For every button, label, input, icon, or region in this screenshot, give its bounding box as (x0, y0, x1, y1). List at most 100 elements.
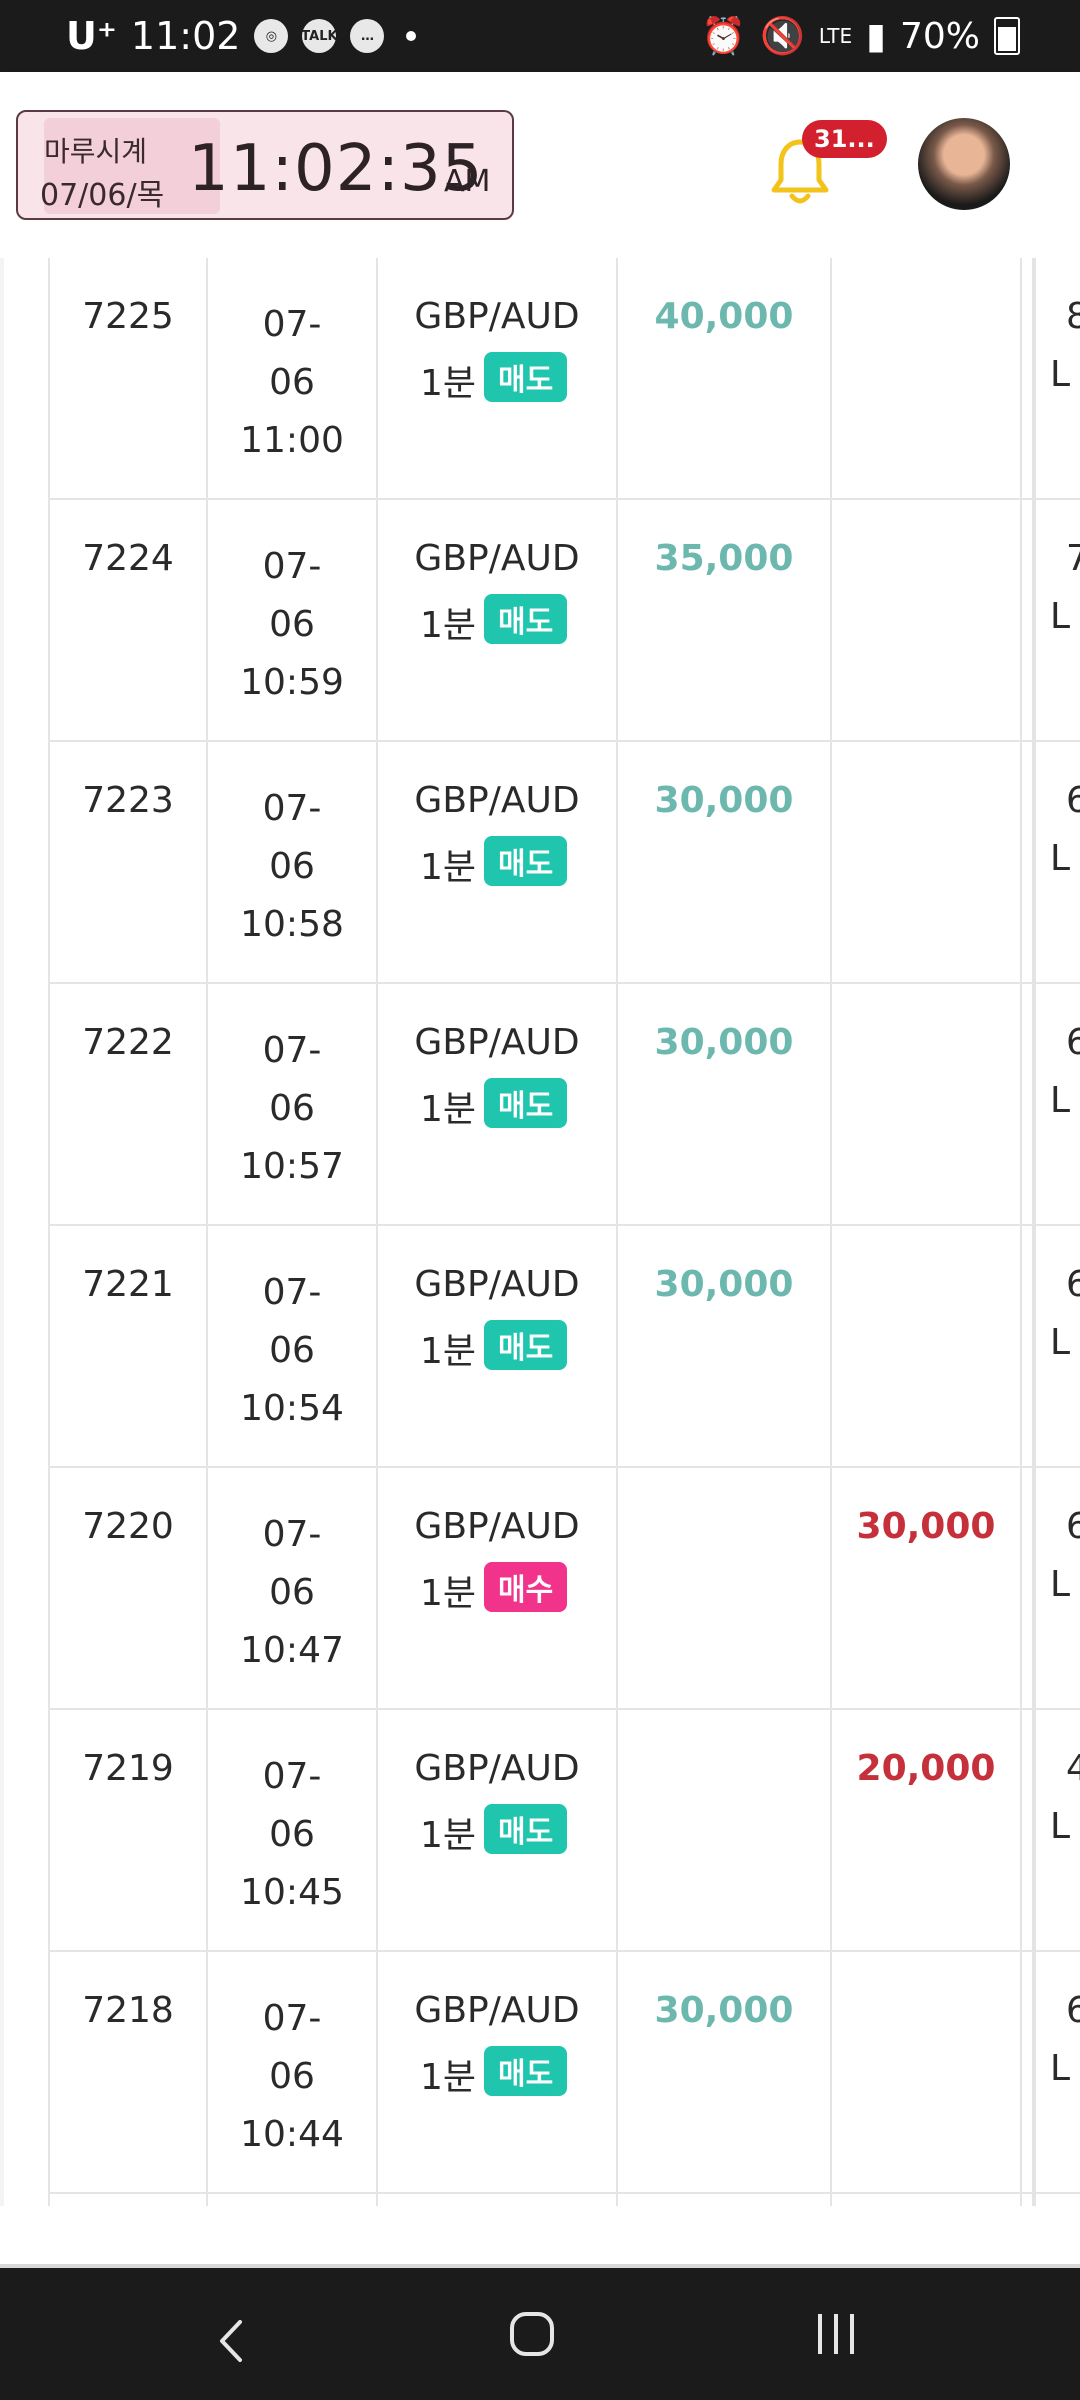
table-row[interactable]: 721707-GBP/AUD 70,000 1 (48, 2194, 1080, 2206)
cell-truncated: 6L (1034, 984, 1080, 1224)
cell-number: 7217 (48, 2194, 206, 2206)
cell-item: GBP/AUD 1분 매도 (376, 1226, 616, 1466)
cell-number: 7220 (48, 1468, 206, 1708)
table-row[interactable]: 7218 07- 06 10:44 GBP/AUD 1분 매도 30,000 6 L (48, 1952, 1080, 2194)
sell-badge: 매도 (484, 1320, 568, 1370)
trade-datetime: 07- 06 10:58 (240, 788, 344, 945)
amount-teal: 30,000 (654, 1990, 794, 2031)
cell-amount-red (830, 1952, 1020, 2192)
truncated-value: 6 (1066, 1022, 1080, 1063)
table-body: 7225 07- 06 11:00 GBP/AUD 1분 매도 40,000 8 L 7224 0… (48, 258, 1080, 2206)
maru-clock-widget[interactable]: 마루시계 07/06/목 11:02:35 AM (16, 110, 514, 220)
trade-number: 7224 (82, 538, 174, 579)
kakaotalk-icon: TALK (301, 19, 338, 53)
trade-number: 7219 (82, 1748, 174, 1789)
cell-number: 7218 (48, 1952, 206, 2192)
truncated-label: L (1050, 596, 1071, 637)
status-bar: U⁺ 11:02 ◎ TALK … ⏰ 🔇 LTE ▮ 70% (0, 0, 1080, 72)
cell-divider (1020, 742, 1034, 982)
cell-amount-red (830, 258, 1020, 498)
cell-date: 07- 06 10:57 (206, 984, 376, 1224)
trade-number: 7218 (82, 1990, 174, 2031)
table-row[interactable]: 7220 07- 06 10:47 GBP/AUD 1분 매수 30,000 6 L (48, 1468, 1080, 1710)
trade-number: 7221 (82, 1264, 174, 1305)
battery-level: 70% (899, 15, 980, 57)
cell-item: GBP/AUD 1분 매도 (376, 1952, 616, 2192)
cell-item: GBP/AUD 1분 매도 (376, 500, 616, 740)
status-time: 11:02 (130, 14, 241, 58)
amount-teal: 30,000 (654, 1264, 794, 1305)
cell-amount-teal: 30,000 (616, 1952, 830, 2192)
cell-number: 7219 (48, 1710, 206, 1950)
alarm-icon: ⏰ (701, 16, 747, 57)
cell-amount-teal: 40,000 (616, 258, 830, 498)
status-right: ⏰ 🔇 LTE ▮ 70% (701, 0, 1020, 72)
cell-date: 07- 06 10:54 (206, 1226, 376, 1466)
cell-date: 07- 06 10:44 (206, 1952, 376, 2192)
trade-period: 1분 (420, 363, 477, 404)
cell-amount-teal (616, 1710, 830, 1950)
trade-datetime: 07- 06 10:44 (240, 1998, 344, 2155)
sell-badge: 매도 (484, 2046, 568, 2096)
cell-date: 07- 06 10:58 (206, 742, 376, 982)
amount-red: 20,000 (856, 1748, 996, 1789)
recent-apps-icon[interactable] (812, 2310, 860, 2358)
cell-amount-red (830, 1226, 1020, 1466)
cell-divider (1020, 1710, 1034, 1950)
battery-icon (994, 17, 1020, 55)
cell-amount-red (830, 984, 1020, 1224)
cell-amount-teal: 30,000 (616, 984, 830, 1224)
truncated-label: L (1050, 1564, 1071, 1605)
cell-item: GBP/AUD 1분 매도 (376, 258, 616, 498)
cell-number: 7223 (48, 742, 206, 982)
cell-number: 7225 (48, 258, 206, 498)
cell-truncated: 6L (1034, 1952, 1080, 2192)
currency-pair: GBP/AUD (414, 538, 580, 579)
table-row[interactable]: 7225 07- 06 11:00 GBP/AUD 1분 매도 40,000 8 L (48, 258, 1080, 500)
truncated-value: 6 (1066, 1506, 1080, 1547)
carrier-label: U⁺ (66, 14, 117, 58)
cell-date: 07- 06 10:47 (206, 1468, 376, 1708)
cell-item: GBP/AUD 1분 매수 (376, 1468, 616, 1708)
truncated-value: 4 (1066, 1748, 1080, 1789)
cell-divider (1020, 1952, 1034, 2192)
clock-ampm: AM (444, 164, 491, 199)
trade-datetime: 07- 06 10:45 (240, 1756, 344, 1913)
table-left-edge (0, 258, 4, 2206)
clock-time: 11:02:35 (188, 132, 484, 206)
cell-divider (1020, 2194, 1034, 2206)
cell-amount-teal (616, 1468, 830, 1708)
table-row[interactable]: 7224 07- 06 10:59 GBP/AUD 1분 매도 35,000 7 L (48, 500, 1080, 742)
table-row[interactable]: 7221 07- 06 10:54 GBP/AUD 1분 매도 30,000 6 L (48, 1226, 1080, 1468)
cell-item: GBP/AUD (376, 2194, 616, 2206)
cell-amount-teal: 30,000 (616, 742, 830, 982)
avatar[interactable] (918, 118, 1010, 210)
truncated-value: 8 (1066, 296, 1080, 337)
table-row[interactable]: 7223 07- 06 10:58 GBP/AUD 1분 매도 30,000 6 L (48, 742, 1080, 984)
notification-badge[interactable]: 31... (802, 120, 887, 158)
truncated-value: 7 (1066, 538, 1080, 579)
cell-amount-red: 30,000 (830, 1468, 1020, 1708)
cell-date: 07- 06 10:45 (206, 1710, 376, 1950)
cell-amount-teal (616, 2194, 830, 2206)
cell-number: 7221 (48, 1226, 206, 1466)
truncated-label: L (1050, 1322, 1071, 1363)
trade-datetime: 07- 06 10:54 (240, 1272, 344, 1429)
cell-divider (1020, 500, 1034, 740)
cell-truncated: 6L (1034, 742, 1080, 982)
home-icon[interactable] (508, 2310, 556, 2358)
back-icon[interactable] (210, 2318, 256, 2364)
app-header: 마루시계 07/06/목 11:02:35 AM 31... (0, 72, 1080, 258)
amount-teal: 30,000 (654, 1022, 794, 1063)
truncated-label: L (1050, 1806, 1071, 1847)
truncated-label: L (1050, 838, 1071, 879)
cell-date: 07- 06 10:59 (206, 500, 376, 740)
table-row[interactable]: 7222 07- 06 10:57 GBP/AUD 1분 매도 30,000 6 L (48, 984, 1080, 1226)
amount-teal: 30,000 (654, 780, 794, 821)
cell-truncated: 7L (1034, 500, 1080, 740)
cell-number: 7224 (48, 500, 206, 740)
table-row[interactable]: 7219 07- 06 10:45 GBP/AUD 1분 매도 20,000 4 L (48, 1710, 1080, 1952)
trade-table: 7225 07- 06 11:00 GBP/AUD 1분 매도 40,000 8 L 7224 0… (0, 258, 1080, 2206)
cell-amount-teal: 35,000 (616, 500, 830, 740)
more-notifications-dot-icon (406, 31, 417, 41)
